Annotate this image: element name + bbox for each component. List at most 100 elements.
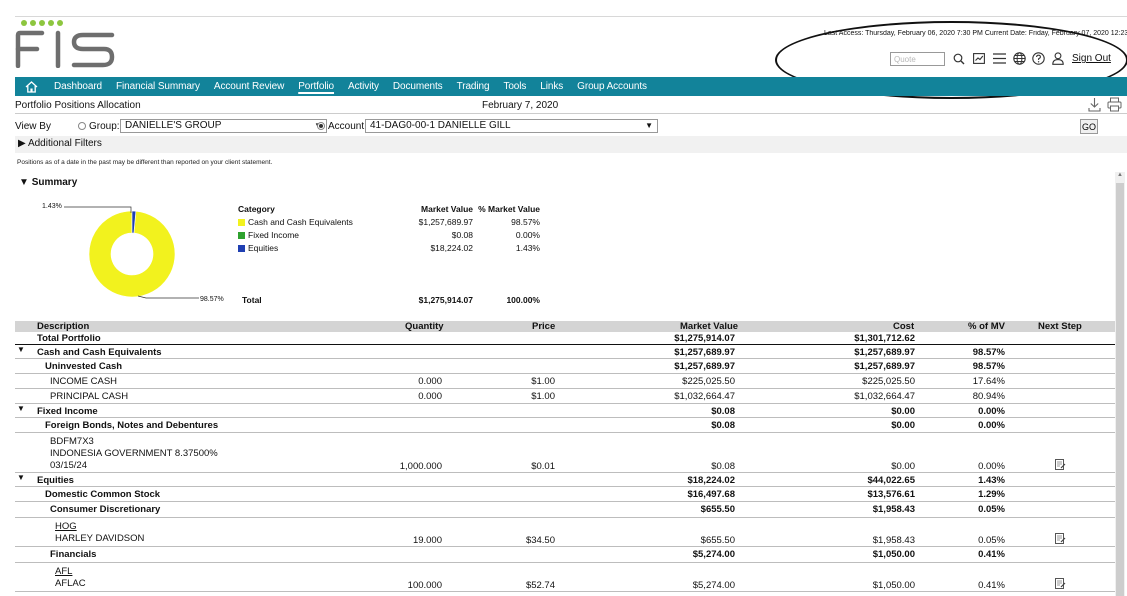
row-description: Cash and Cash Equivalents (37, 347, 162, 358)
row-description: Total Portfolio (37, 333, 101, 344)
symbol-link[interactable]: AFL (55, 566, 72, 577)
nav-tab-links[interactable]: Links (533, 77, 570, 96)
cost-cell: $225,025.50 (862, 376, 915, 387)
market-value-cell: $0.08 (711, 420, 735, 431)
quantity-cell: 19.000 (412, 535, 442, 546)
download-icon[interactable] (1088, 97, 1101, 112)
group-select-value: DANIELLE'S GROUP (125, 120, 222, 131)
market-value-cell: $655.50 (700, 535, 735, 546)
price-cell: $52.74 (525, 580, 555, 591)
scrollbar-thumb[interactable] (1116, 183, 1124, 596)
collapse-arrow-icon[interactable]: ▼ (17, 345, 25, 354)
nav-tab-activity[interactable]: Activity (341, 77, 386, 96)
nav-tabs: Dashboard Financial Summary Account Review… (47, 77, 654, 96)
table-row: ▼ Fixed Income $0.08 $0.00 0.00% (15, 404, 1115, 418)
summary-category: Fixed Income (238, 230, 299, 240)
total-label: Total (242, 295, 262, 305)
nav-tab-financial-summary[interactable]: Financial Summary (109, 77, 207, 96)
pie-label-equities: 1.43% (42, 203, 62, 210)
additional-filters-toggle[interactable]: ▶ Additional Filters (18, 138, 102, 149)
summary-category-label: Equities (248, 243, 279, 253)
price-cell: $34.50 (525, 535, 555, 546)
summary-toggle[interactable]: ▼ Summary (19, 177, 77, 188)
account-radio[interactable] (317, 122, 325, 130)
next-step-icon[interactable] (1055, 578, 1066, 592)
nav-tab-account-review[interactable]: Account Review (207, 77, 291, 96)
group-select[interactable]: DANIELLE'S GROUP ▼ (120, 119, 327, 133)
search-icon[interactable] (952, 51, 966, 66)
market-value-cell: $1,275,914.07 (674, 333, 735, 344)
summary-category: Equities (238, 243, 278, 253)
quantity-cell: 1,000.000 (399, 461, 442, 472)
print-icon[interactable] (1107, 97, 1122, 112)
table-row: Total Portfolio $1,275,914.07 $1,301,712.6… (15, 332, 1115, 345)
nav-tab-group-accounts[interactable]: Group Accounts (570, 77, 654, 96)
cost-cell: $0.00 (891, 406, 915, 417)
pct-mv-cell: 0.05% (978, 504, 1005, 515)
additional-filters-label: Additional Filters (27, 138, 102, 149)
view-by-row: View By Group: DANIELLE'S GROUP ▼ Accoun… (15, 118, 1127, 136)
table-row: BDFM7X3 INDONESIA GOVERNMENT 8.37500% 03/1… (15, 433, 1115, 473)
fis-logo (15, 18, 120, 70)
logo-dot (30, 20, 36, 26)
pie-leader-line (137, 295, 199, 299)
market-value-cell: $16,497.68 (687, 489, 735, 500)
group-label: Group: (89, 121, 120, 132)
bond-name: INDONESIA GOVERNMENT 8.37500% (50, 448, 218, 459)
home-icon[interactable] (15, 77, 47, 96)
summary-category-label: Fixed Income (248, 230, 300, 240)
symbol-link[interactable]: HOG (55, 521, 77, 532)
cost-cell: $13,576.61 (867, 489, 915, 500)
pct-mv-cell: 0.00% (978, 461, 1005, 472)
cost-cell: $1,958.43 (872, 504, 915, 515)
pct-mv-cell: 1.43% (978, 475, 1005, 486)
sign-out-link[interactable]: Sign Out (1072, 53, 1111, 64)
group-radio[interactable] (78, 122, 86, 130)
table-row: ▼ Equities $18,224.02 $44,022.65 1.43% (15, 473, 1115, 487)
collapse-arrow-icon[interactable]: ▼ (17, 404, 25, 413)
security-name: HARLEY DAVIDSON (55, 533, 145, 544)
market-value-cell: $0.08 (711, 461, 735, 472)
cost-cell: $0.00 (891, 420, 915, 431)
user-icon[interactable] (1051, 51, 1065, 66)
table-row: Foreign Bonds, Notes and Debentures $0.08… (15, 418, 1115, 433)
next-step-icon[interactable] (1055, 533, 1066, 547)
row-description: Fixed Income (37, 406, 98, 417)
quote-input[interactable] (890, 52, 945, 66)
bond-id: BDFM7X3 (50, 436, 94, 447)
filters-row: ▶ Additional Filters (15, 136, 1127, 153)
scroll-up-arrow-icon[interactable]: ▲ (1115, 172, 1125, 182)
market-value-cell: $1,032,664.47 (674, 391, 735, 402)
collapse-arrow-icon[interactable]: ▼ (17, 473, 25, 482)
pie-leader-line (64, 206, 132, 213)
go-button[interactable]: GO (1080, 119, 1098, 134)
nav-tab-trading[interactable]: Trading (450, 77, 497, 96)
help-icon[interactable] (1031, 51, 1045, 66)
legend-swatch (238, 232, 245, 239)
globe-icon[interactable] (1012, 51, 1026, 66)
pct-mv-cell: 0.00% (978, 406, 1005, 417)
nav-tab-documents[interactable]: Documents (386, 77, 450, 96)
account-select[interactable]: 41-DAG0-00-1 DANIELLE GILL ▼ (365, 119, 658, 133)
legend-swatch (238, 245, 245, 252)
cost-cell: $1,257,689.97 (854, 347, 915, 358)
account-select-value: 41-DAG0-00-1 DANIELLE GILL (370, 120, 511, 131)
price-header: Price (532, 321, 556, 332)
summary-row: Fixed Income $0.08 0.00% (238, 230, 548, 243)
nav-tab-dashboard[interactable]: Dashboard (47, 77, 109, 96)
nav-tab-tools[interactable]: Tools (496, 77, 533, 96)
row-description: Equities (37, 475, 74, 486)
chart-icon[interactable] (972, 51, 986, 66)
market-value-header: Market Value (680, 321, 739, 332)
cost-cell: $0.00 (891, 461, 915, 472)
holdings-table-header: Description Quantity Price Market Value … (15, 321, 1115, 332)
price-cell: $0.01 (531, 461, 555, 472)
view-by-label: View By (15, 121, 51, 132)
pct-mv-header: % of MV (968, 321, 1005, 332)
market-value-cell: $225,025.50 (682, 376, 735, 387)
next-step-icon[interactable] (1055, 459, 1066, 473)
menu-icon[interactable] (992, 51, 1006, 66)
nav-tab-portfolio[interactable]: Portfolio (291, 77, 341, 96)
logo-wordmark (15, 30, 115, 68)
table-row: HOG HARLEY DAVIDSON 19.000 $34.50 $655.50 $1,… (15, 518, 1115, 547)
